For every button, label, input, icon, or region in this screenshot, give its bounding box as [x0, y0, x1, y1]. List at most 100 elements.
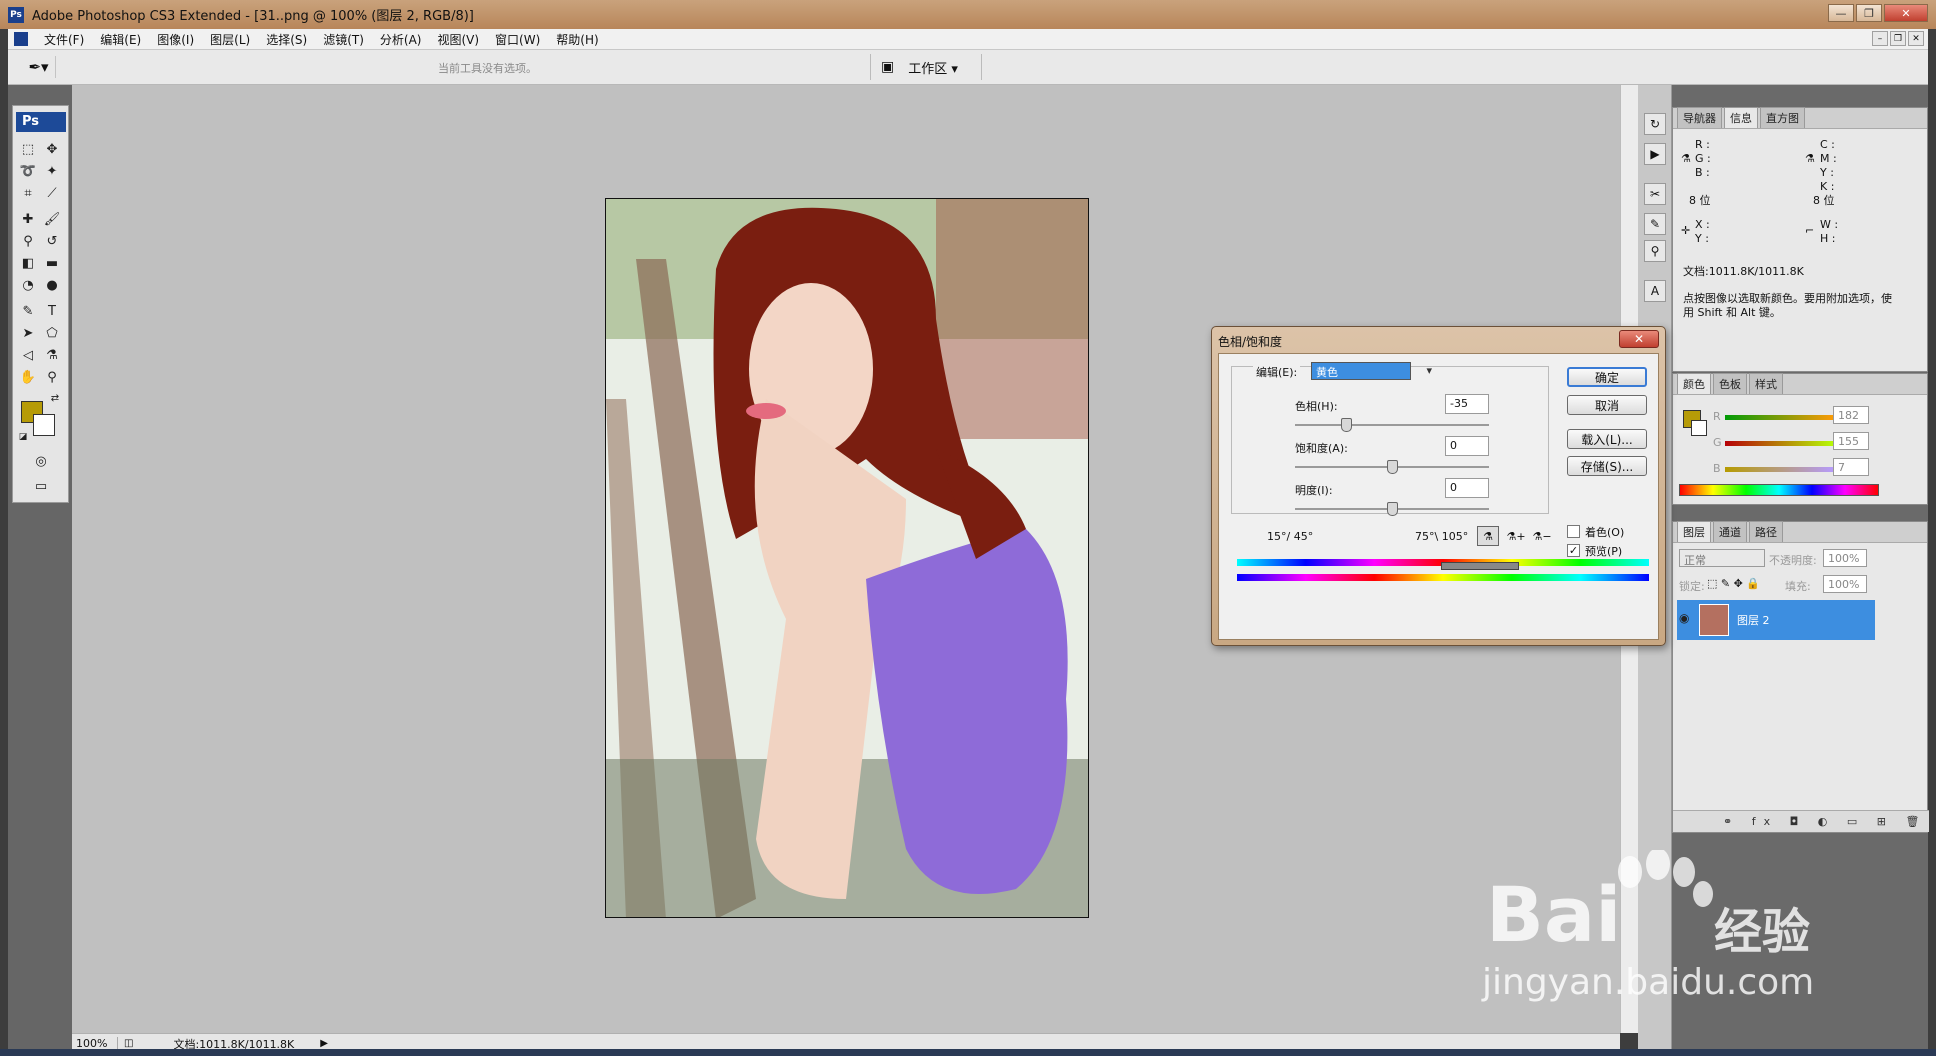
output-color-bar	[1237, 574, 1649, 581]
pen-tool-icon[interactable]: ✎	[18, 301, 38, 321]
color-spectrum-bar[interactable]	[1679, 484, 1879, 496]
close-button[interactable]: ✕	[1884, 4, 1928, 22]
g-slider[interactable]	[1725, 441, 1835, 446]
fill-field[interactable]: 100%	[1823, 575, 1867, 593]
color-range-marker[interactable]	[1441, 562, 1519, 570]
tab-styles[interactable]: 样式	[1749, 373, 1783, 394]
tool-presets-icon[interactable]: ✂	[1644, 183, 1666, 205]
clone-source-icon[interactable]: ⚲	[1644, 240, 1666, 262]
preview-checkbox[interactable]: ✓	[1567, 544, 1580, 557]
shape-tool-icon[interactable]: ⬠	[42, 323, 62, 343]
eraser-tool-icon[interactable]: ◧	[18, 253, 38, 273]
move-tool-icon[interactable]: ✥	[42, 139, 62, 159]
menu-select[interactable]: 选择(S)	[258, 31, 315, 48]
layer-bottom-toolbar[interactable]: ⚭ fx ◘ ◐ ▭ ⊞ 🗑	[1673, 810, 1929, 832]
menu-analysis[interactable]: 分析(A)	[372, 31, 430, 48]
load-button[interactable]: 载入(L)...	[1567, 429, 1647, 449]
menu-layer[interactable]: 图层(L)	[202, 31, 258, 48]
blend-mode-select[interactable]: 正常	[1679, 549, 1765, 567]
b-slider[interactable]	[1725, 467, 1835, 472]
doc-close-button[interactable]: ✕	[1908, 31, 1924, 46]
swap-colors-icon[interactable]: ⇄	[49, 392, 61, 404]
hand-tool-icon[interactable]: ✋	[18, 367, 38, 387]
background-color-swatch[interactable]	[33, 414, 55, 436]
gradient-tool-icon[interactable]: ▬	[42, 253, 62, 273]
tab-info[interactable]: 信息	[1724, 107, 1758, 128]
color-bg-swatch[interactable]	[1691, 420, 1707, 436]
maximize-button[interactable]: ❐	[1856, 4, 1882, 22]
status-menu-icon[interactable]: ◫	[124, 1038, 133, 1049]
type-tool-icon[interactable]: T	[42, 301, 62, 321]
colorize-checkbox[interactable]	[1567, 525, 1580, 538]
eyedropper-icon[interactable]: ⚗	[1477, 526, 1499, 546]
hue-slider-thumb[interactable]	[1341, 418, 1352, 432]
layer-row[interactable]: ◉ 图层 2	[1677, 600, 1875, 640]
minimize-button[interactable]: —	[1828, 4, 1854, 22]
g-value-field[interactable]: 155	[1833, 432, 1869, 450]
menu-file[interactable]: 文件(F)	[36, 31, 92, 48]
status-arrow-icon[interactable]: ▶	[320, 1038, 328, 1049]
lightness-slider-thumb[interactable]	[1387, 502, 1398, 516]
menu-edit[interactable]: 编辑(E)	[92, 31, 149, 48]
clone-stamp-icon[interactable]: ⚲	[18, 231, 38, 251]
lasso-tool-icon[interactable]: ➰	[18, 161, 38, 181]
saturation-slider-thumb[interactable]	[1387, 460, 1398, 474]
doc-minimize-button[interactable]: –	[1872, 31, 1888, 46]
menu-view[interactable]: 视图(V)	[429, 31, 487, 48]
hue-slider-track[interactable]	[1295, 424, 1489, 426]
screen-mode-icon[interactable]: ▭	[31, 476, 51, 496]
tab-navigator[interactable]: 导航器	[1677, 107, 1722, 128]
ok-button[interactable]: 确定	[1567, 367, 1647, 387]
path-selection-icon[interactable]: ➤	[18, 323, 38, 343]
tab-histogram[interactable]: 直方图	[1760, 107, 1805, 128]
menu-window[interactable]: 窗口(W)	[487, 31, 548, 48]
lightness-field[interactable]: 0	[1445, 478, 1489, 498]
chevron-down-icon[interactable]: ▾	[1426, 364, 1432, 377]
zoom-tool-icon[interactable]: ⚲	[42, 367, 62, 387]
healing-brush-icon[interactable]: ✚	[18, 209, 38, 229]
doc-restore-button[interactable]: ❐	[1890, 31, 1906, 46]
hue-field[interactable]: -35	[1445, 394, 1489, 414]
tab-channels[interactable]: 通道	[1713, 521, 1747, 542]
character-panel-icon[interactable]: A	[1644, 280, 1666, 302]
menu-filter[interactable]: 滤镜(T)	[315, 31, 372, 48]
tab-color[interactable]: 颜色	[1677, 373, 1711, 394]
crop-tool-icon[interactable]: ⌗	[18, 183, 38, 203]
eyedropper-tool-icon[interactable]: ⚗	[42, 345, 62, 365]
marquee-tool-icon[interactable]: ⬚	[18, 139, 38, 159]
r-slider[interactable]	[1725, 415, 1835, 420]
cancel-button[interactable]: 取消	[1567, 395, 1647, 415]
eyedropper-minus-icon[interactable]: ⚗−	[1531, 526, 1553, 546]
history-panel-icon[interactable]: ↻	[1644, 113, 1666, 135]
menu-help[interactable]: 帮助(H)	[548, 31, 606, 48]
eyedropper-tool-preset-icon[interactable]: ✒▾	[22, 56, 56, 78]
brushes-panel-icon[interactable]: ✎	[1644, 213, 1666, 235]
tab-swatches[interactable]: 色板	[1713, 373, 1747, 394]
eyedropper-plus-icon[interactable]: ⚗+	[1505, 526, 1527, 546]
document-icon[interactable]	[14, 32, 28, 46]
dodge-tool-icon[interactable]: ●	[42, 275, 62, 295]
menu-image[interactable]: 图像(I)	[149, 31, 202, 48]
blur-tool-icon[interactable]: ◔	[18, 275, 38, 295]
tab-layers[interactable]: 图层	[1677, 521, 1711, 542]
dialog-close-button[interactable]: ✕	[1619, 330, 1659, 348]
document-image[interactable]	[605, 198, 1089, 918]
b-value-field[interactable]: 7	[1833, 458, 1869, 476]
saturation-field[interactable]: 0	[1445, 436, 1489, 456]
brush-tool-icon[interactable]: 🖌	[42, 209, 62, 229]
slice-tool-icon[interactable]: ⟋	[42, 183, 62, 203]
default-colors-icon[interactable]: ◪	[17, 431, 29, 443]
tab-paths[interactable]: 路径	[1749, 521, 1783, 542]
workspace-menu[interactable]: ▣ 工作区 ▾	[870, 54, 982, 80]
save-button[interactable]: 存储(S)...	[1567, 456, 1647, 476]
eye-visibility-icon[interactable]: ◉	[1679, 611, 1689, 625]
history-brush-icon[interactable]: ↺	[42, 231, 62, 251]
actions-panel-icon[interactable]: ▶	[1644, 143, 1666, 165]
magic-wand-icon[interactable]: ✦	[42, 161, 62, 181]
edit-dropdown[interactable]: 黄色 ▾	[1311, 362, 1432, 380]
quick-mask-icon[interactable]: ◎	[31, 451, 51, 471]
opacity-field[interactable]: 100%	[1823, 549, 1867, 567]
notes-tool-icon[interactable]: ◁	[18, 345, 38, 365]
lock-icons[interactable]: ⬚ ✎ ✥ 🔒	[1707, 577, 1760, 590]
r-value-field[interactable]: 182	[1833, 406, 1869, 424]
